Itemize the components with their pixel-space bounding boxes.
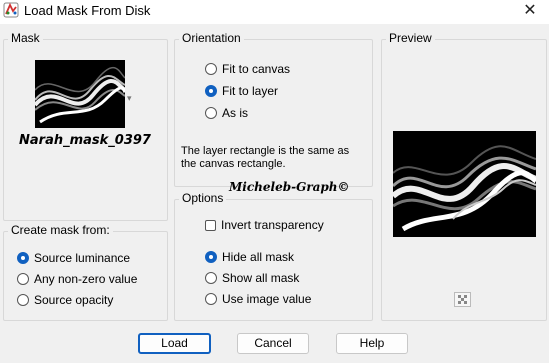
radio-any-non-zero-value[interactable]: Any non-zero value xyxy=(17,271,137,287)
watermark: Micheleb-Graph© xyxy=(229,180,350,194)
preview-image xyxy=(393,131,536,237)
cancel-button[interactable]: Cancel xyxy=(237,333,309,354)
radio-show-all-mask[interactable]: Show all mask xyxy=(205,270,299,286)
chevron-down-icon[interactable]: ▾ xyxy=(127,93,132,104)
invert-transparency-checkbox[interactable]: Invert transparency xyxy=(205,217,324,233)
radio-circle[interactable] xyxy=(205,293,217,305)
checkerboard-icon xyxy=(458,295,467,304)
help-button[interactable]: Help xyxy=(336,333,408,354)
radio-circle[interactable] xyxy=(205,85,217,97)
window-title: Load Mask From Disk xyxy=(24,3,151,18)
radio-label: Use image value xyxy=(222,292,312,306)
mask-legend: Mask xyxy=(8,31,43,45)
radio-label: Source luminance xyxy=(34,251,131,265)
radio-label: Fit to canvas xyxy=(222,62,291,76)
radio-fit-to-canvas[interactable]: Fit to canvas xyxy=(205,61,290,77)
checkbox-box[interactable] xyxy=(205,219,216,231)
radio-circle[interactable] xyxy=(17,294,29,306)
radio-source-opacity[interactable]: Source opacity xyxy=(17,292,113,308)
radio-label: Hide all mask xyxy=(222,250,295,264)
title-bar: Load Mask From Disk ✕ xyxy=(0,0,549,24)
radio-circle[interactable] xyxy=(17,252,29,264)
radio-circle[interactable] xyxy=(205,251,217,263)
create-mask-from-legend: Create mask from: xyxy=(8,223,113,237)
options-legend: Options xyxy=(179,191,227,205)
radio-hide-all-mask[interactable]: Hide all mask xyxy=(205,249,294,265)
load-button[interactable]: Load xyxy=(138,333,211,354)
radio-label: Show all mask xyxy=(222,271,300,285)
radio-source-luminance[interactable]: Source luminance xyxy=(17,250,130,266)
radio-circle[interactable] xyxy=(205,107,217,119)
radio-circle[interactable] xyxy=(17,273,29,285)
radio-label: Any non-zero value xyxy=(34,272,138,286)
app-icon xyxy=(3,2,19,18)
mask-thumbnail[interactable] xyxy=(35,60,125,128)
radio-use-image-value[interactable]: Use image value xyxy=(205,291,311,307)
radio-as-is[interactable]: As is xyxy=(205,105,248,121)
orientation-info-text: The layer rectangle is the same as the c… xyxy=(181,145,350,170)
orientation-legend: Orientation xyxy=(179,31,244,45)
radio-circle[interactable] xyxy=(205,272,217,284)
radio-fit-to-layer[interactable]: Fit to layer xyxy=(205,83,278,99)
checkbox-label: Invert transparency xyxy=(221,218,324,232)
radio-label: Fit to layer xyxy=(222,84,279,98)
radio-circle[interactable] xyxy=(205,63,217,75)
preview-legend: Preview xyxy=(386,31,435,45)
close-icon[interactable]: ✕ xyxy=(515,0,545,22)
preview-toggle-button[interactable] xyxy=(454,292,471,307)
radio-label: Source opacity xyxy=(34,293,114,307)
mask-name: Narah_mask_0397 xyxy=(19,133,151,148)
radio-label: As is xyxy=(222,106,249,120)
